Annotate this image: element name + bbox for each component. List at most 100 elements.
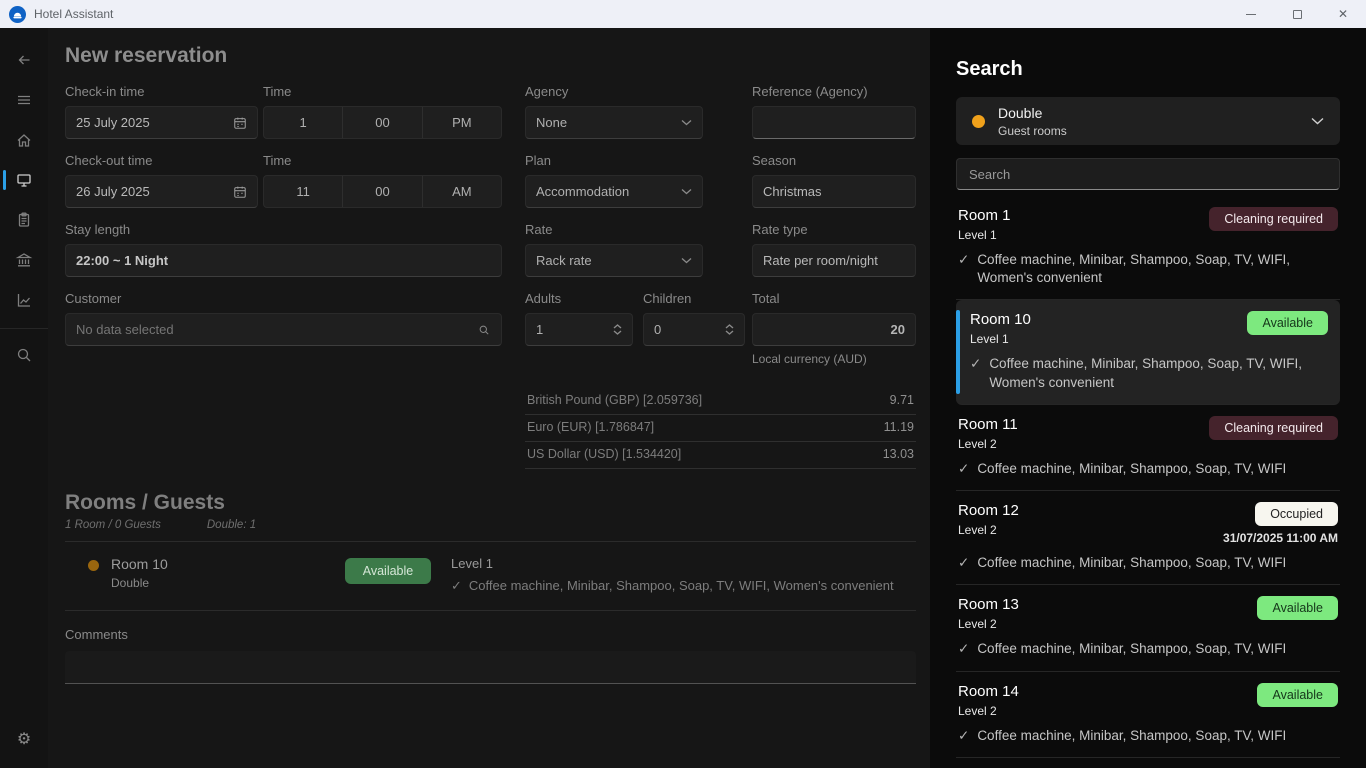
- room-level: Level 2: [958, 437, 1018, 451]
- agency-value: None: [536, 115, 567, 130]
- rate-type-field[interactable]: [752, 244, 916, 277]
- chevron-down-icon: [681, 119, 692, 126]
- plan-dropdown[interactable]: Accommodation: [525, 175, 703, 208]
- check-out-date-input[interactable]: [76, 184, 233, 199]
- check-in-date-input[interactable]: [76, 115, 233, 130]
- check-in-time-label: Time: [263, 84, 502, 99]
- room-status-badge: Cleaning required: [1209, 416, 1338, 440]
- settings-button[interactable]: ⚙: [0, 720, 48, 760]
- reference-label: Reference (Agency): [752, 84, 916, 99]
- children-stepper[interactable]: 0: [643, 313, 745, 346]
- customer-field[interactable]: [65, 313, 502, 346]
- children-value: 0: [654, 322, 661, 337]
- rate-type-label: Rate type: [752, 222, 916, 237]
- check-in-hour[interactable]: 1: [264, 107, 342, 138]
- room-status-badge: Available: [1247, 311, 1328, 335]
- back-button[interactable]: [0, 40, 48, 80]
- close-button[interactable]: ✕: [1320, 0, 1366, 28]
- sidebar-item-search[interactable]: [0, 335, 48, 375]
- room-results-list: Room 1 Level 1 Cleaning required ✓ Coffe…: [956, 196, 1340, 768]
- rooms-guests-by-type: Double: 1: [207, 519, 256, 531]
- new-reservation-page: New reservation Check-in time Time 1 00: [48, 28, 930, 768]
- menu-button[interactable]: [0, 80, 48, 120]
- reference-input[interactable]: [763, 115, 905, 130]
- room-result-item[interactable]: Room 14 Level 2 Available ✓ Coffee machi…: [956, 672, 1340, 758]
- hamburger-menu-icon: [14, 90, 34, 110]
- stay-length-value: 22:00 ~ 1 Night: [76, 253, 168, 268]
- room-type-dot-icon: [972, 115, 985, 128]
- assigned-room-type: Double: [111, 576, 345, 590]
- maximize-button[interactable]: [1274, 0, 1320, 28]
- check-in-label: Check-in time: [65, 84, 258, 99]
- check-out-minute[interactable]: 00: [342, 176, 421, 207]
- customer-label: Customer: [65, 291, 502, 306]
- comments-section: Comments: [65, 627, 916, 684]
- calendar-icon[interactable]: [233, 185, 247, 199]
- season-field[interactable]: [752, 175, 916, 208]
- room-amenities: ✓ Coffee machine, Minibar, Shampoo, Soap…: [958, 727, 1338, 745]
- rate-type-input[interactable]: [763, 253, 905, 268]
- check-out-hour[interactable]: 11: [264, 176, 342, 207]
- room-result-item[interactable]: Room 13 Level 2 Available ✓ Coffee machi…: [956, 585, 1340, 671]
- check-out-meridiem[interactable]: AM: [422, 176, 501, 207]
- room-result-item[interactable]: Room 15 Cleaning required: [956, 758, 1340, 768]
- total-field[interactable]: [752, 313, 916, 346]
- gear-icon: ⚙: [17, 732, 31, 748]
- rooms-guests-title: Rooms / Guests: [65, 491, 916, 515]
- customer-input[interactable]: [76, 322, 477, 337]
- sidebar-item-home[interactable]: [0, 120, 48, 160]
- agency-label: Agency: [525, 84, 745, 99]
- stepper-arrows-icon[interactable]: [725, 324, 734, 335]
- check-in-meridiem[interactable]: PM: [422, 107, 501, 138]
- assigned-room-row[interactable]: Room 10 Double Available Level 1 ✓Coffee…: [65, 542, 916, 611]
- currency-conversions: British Pound (GBP) [2.059736] 9.71 Euro…: [525, 388, 916, 469]
- adults-value: 1: [536, 322, 543, 337]
- minimize-button[interactable]: [1228, 0, 1274, 28]
- room-type-dropdown[interactable]: Double Guest rooms: [956, 97, 1340, 145]
- total-input[interactable]: [763, 322, 905, 337]
- assigned-room-name: Room 10: [111, 556, 345, 572]
- check-icon: ✓: [958, 554, 969, 572]
- agency-dropdown[interactable]: None: [525, 106, 703, 139]
- room-result-item[interactable]: Room 11 Level 2 Cleaning required ✓ Coff…: [956, 405, 1340, 491]
- room-level: Level 1: [970, 332, 1031, 346]
- comments-input[interactable]: [65, 651, 916, 684]
- check-out-date-field[interactable]: [65, 175, 258, 208]
- room-result-item[interactable]: Room 12 Level 2 Occupied 31/07/2025 11:0…: [956, 491, 1340, 585]
- check-out-label: Check-out time: [65, 153, 258, 168]
- room-level: Level 2: [958, 704, 1019, 718]
- room-result-item[interactable]: Room 10 Level 1 Available ✓ Coffee machi…: [956, 300, 1340, 404]
- season-input[interactable]: [763, 184, 905, 199]
- close-icon: ✕: [1338, 7, 1348, 21]
- room-amenities: ✓ Coffee machine, Minibar, Shampoo, Soap…: [958, 251, 1338, 287]
- room-status-timestamp: 31/07/2025 11:00 AM: [1223, 531, 1338, 545]
- sidebar-item-front-desk[interactable]: [0, 160, 48, 200]
- monitor-icon: [14, 170, 34, 190]
- sidebar-item-tasks[interactable]: [0, 200, 48, 240]
- sidebar-item-reports[interactable]: [0, 280, 48, 320]
- plan-label: Plan: [525, 153, 745, 168]
- search-icon[interactable]: [477, 323, 491, 337]
- check-icon: ✓: [958, 640, 969, 658]
- adults-stepper[interactable]: 1: [525, 313, 633, 346]
- reference-field[interactable]: [752, 106, 916, 139]
- search-panel: Search Double Guest rooms Room 1 Level 1…: [930, 28, 1366, 768]
- room-name: Room 10: [970, 311, 1031, 328]
- room-level: Level 2: [958, 523, 1019, 537]
- check-in-date-field[interactable]: [65, 106, 258, 139]
- calendar-icon[interactable]: [233, 116, 247, 130]
- conversion-row: Euro (EUR) [1.786847] 11.19: [525, 415, 916, 442]
- rate-dropdown[interactable]: Rack rate: [525, 244, 703, 277]
- comments-label: Comments: [65, 627, 916, 642]
- check-in-minute[interactable]: 00: [342, 107, 421, 138]
- sidebar-item-property[interactable]: [0, 240, 48, 280]
- room-search-input[interactable]: [956, 158, 1340, 190]
- chevron-down-icon: [1311, 112, 1324, 130]
- stay-length-label: Stay length: [65, 222, 502, 237]
- room-result-item[interactable]: Room 1 Level 1 Cleaning required ✓ Coffe…: [956, 196, 1340, 300]
- rate-value: Rack rate: [536, 253, 592, 268]
- stepper-arrows-icon[interactable]: [613, 324, 622, 335]
- room-status-badge: Available: [1257, 596, 1338, 620]
- check-in-time-picker: 1 00 PM: [263, 106, 502, 139]
- check-icon: ✓: [958, 251, 969, 287]
